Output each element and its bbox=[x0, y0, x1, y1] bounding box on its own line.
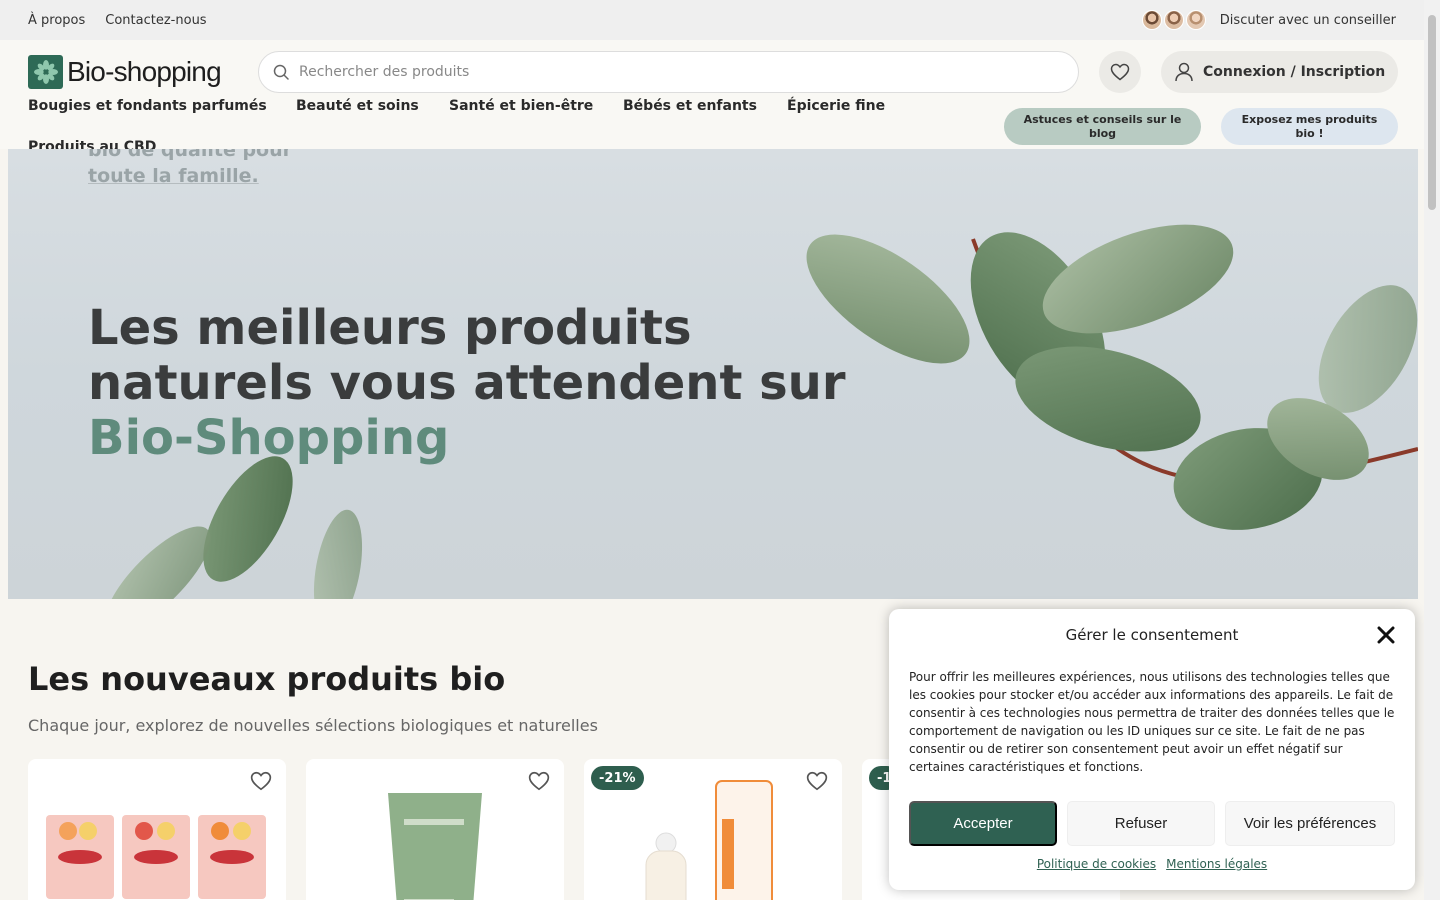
about-link[interactable]: À propos bbox=[28, 13, 85, 28]
avatar bbox=[1163, 10, 1184, 30]
consent-text: Pour offrir les meilleures expériences, … bbox=[909, 670, 1395, 774]
hero-tagline-line1: bio de qualité pour bbox=[88, 149, 292, 161]
nav-item-babies[interactable]: Bébés et enfants bbox=[623, 98, 757, 114]
avatar bbox=[1185, 10, 1206, 30]
new-products-title: Les nouveaux produits bio bbox=[28, 660, 506, 698]
product-image bbox=[46, 815, 266, 899]
product-card[interactable] bbox=[28, 759, 286, 900]
search-bar[interactable] bbox=[258, 51, 1079, 93]
product-card[interactable] bbox=[306, 759, 564, 900]
nav-item-health[interactable]: Santé et bien-être bbox=[449, 98, 593, 114]
search-icon bbox=[273, 64, 289, 80]
hero-tagline: bio de qualité pour toute la famille. bbox=[88, 149, 292, 189]
logo-text: Bio-shopping bbox=[67, 56, 222, 87]
user-icon bbox=[1175, 62, 1193, 82]
preferences-button[interactable]: Voir les préférences bbox=[1225, 801, 1395, 846]
close-icon[interactable] bbox=[1377, 626, 1395, 644]
contact-link[interactable]: Contactez-nous bbox=[105, 13, 206, 28]
consent-title: Gérer le consentement bbox=[1065, 626, 1239, 644]
avatar bbox=[1141, 10, 1162, 30]
consent-links: Politique de cookies Mentions légales bbox=[889, 857, 1415, 871]
advisor-avatars bbox=[1141, 10, 1206, 30]
logo[interactable]: Bio-shopping bbox=[28, 55, 222, 89]
heart-icon bbox=[1110, 63, 1130, 81]
nav-item-beauty[interactable]: Beauté et soins bbox=[296, 98, 419, 114]
favorites-button[interactable] bbox=[1099, 51, 1141, 93]
heart-icon[interactable] bbox=[250, 771, 272, 791]
product-card[interactable]: -21% bbox=[584, 759, 842, 900]
login-label: Connexion / Inscription bbox=[1203, 64, 1386, 80]
new-products-subtitle: Chaque jour, explorez de nouvelles sélec… bbox=[28, 716, 598, 735]
hero-banner: bio de qualité pour toute la famille. Le… bbox=[8, 149, 1418, 599]
page-scrollbar[interactable] bbox=[1424, 0, 1440, 900]
discount-badge: -21% bbox=[591, 766, 644, 790]
scrollbar-thumb[interactable] bbox=[1428, 15, 1436, 210]
hero-title: Les meilleurs produits naturels vous att… bbox=[88, 301, 848, 466]
site-header: Bio-shopping Connexion / Inscription Bou… bbox=[0, 40, 1424, 155]
heart-icon[interactable] bbox=[806, 771, 828, 791]
login-button[interactable]: Connexion / Inscription bbox=[1161, 51, 1398, 93]
legal-notice-link[interactable]: Mentions légales bbox=[1166, 857, 1267, 871]
product-image bbox=[388, 793, 482, 900]
hero-title-text: Les meilleurs produits naturels vous att… bbox=[88, 300, 846, 411]
cookie-policy-link[interactable]: Politique de cookies bbox=[1037, 857, 1156, 871]
search-input[interactable] bbox=[299, 64, 1059, 80]
nav-item-grocery[interactable]: Épicerie fine bbox=[787, 98, 885, 114]
heart-icon[interactable] bbox=[528, 771, 550, 791]
expose-products-button[interactable]: Exposez mes produits bio ! bbox=[1221, 108, 1398, 145]
consent-modal: Gérer le consentement Pour offrir les me… bbox=[889, 609, 1415, 890]
nav-item-candles[interactable]: Bougies et fondants parfumés bbox=[28, 98, 267, 114]
advisor-label[interactable]: Discuter avec un conseiller bbox=[1220, 13, 1396, 28]
advisor-chat[interactable]: Discuter avec un conseiller bbox=[1141, 10, 1396, 30]
hero-title-accent: Bio-Shopping bbox=[88, 410, 450, 466]
refuse-button[interactable]: Refuser bbox=[1067, 801, 1215, 846]
accept-button[interactable]: Accepter bbox=[909, 801, 1057, 846]
hero-tagline-line2: toute la famille. bbox=[88, 165, 259, 187]
top-links: À propos Contactez-nous bbox=[28, 13, 207, 28]
top-bar: À propos Contactez-nous Discuter avec un… bbox=[0, 0, 1424, 40]
leaf-logo-icon bbox=[28, 55, 63, 89]
blog-pill-button[interactable]: Astuces et conseils sur le blog bbox=[1004, 108, 1201, 145]
